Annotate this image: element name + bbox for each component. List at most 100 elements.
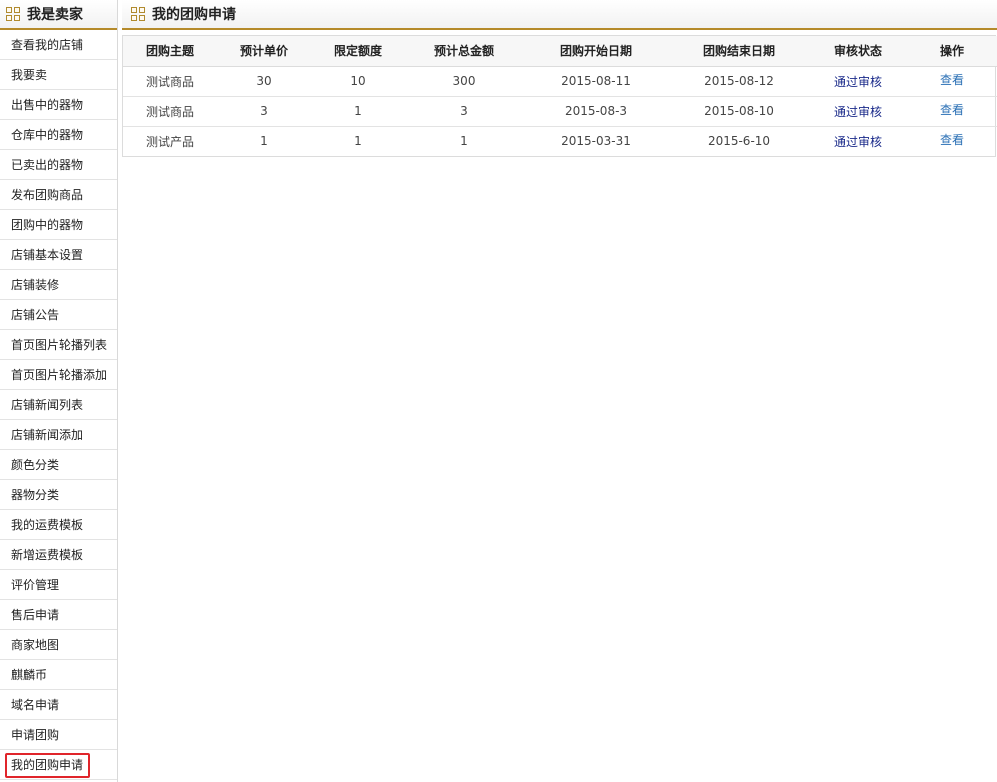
cell-value: 2015-08-10 — [704, 104, 774, 118]
cell-value: 测试商品 — [145, 104, 194, 119]
sidebar-item[interactable]: 我的团购申请 — [0, 750, 117, 780]
sidebar-item-label: 麒麟币 — [11, 668, 48, 682]
table-cell: 1 — [311, 96, 405, 127]
table-cell: 2015-03-31 — [523, 126, 669, 156]
sidebar-item[interactable]: 售后申请 — [0, 600, 117, 630]
cell-value: 30 — [256, 74, 272, 88]
column-header: 团购主题 — [123, 36, 217, 67]
table-cell: 300 — [405, 66, 523, 97]
sidebar-item-label: 颜色分类 — [11, 458, 60, 472]
sidebar-item-label: 店铺新闻添加 — [11, 428, 84, 442]
sidebar-item[interactable]: 首页图片轮播添加 — [0, 360, 117, 390]
sidebar-item[interactable]: 商家地图 — [0, 630, 117, 660]
sidebar-item-label: 申请团购 — [11, 728, 60, 742]
sidebar-item[interactable]: 域名申请 — [0, 690, 117, 720]
sidebar-item-label: 评价管理 — [11, 578, 60, 592]
sidebar-item[interactable]: 颜色分类 — [0, 450, 117, 480]
sidebar-item[interactable]: 团购中的器物 — [0, 210, 117, 240]
table-cell: 测试商品 — [123, 66, 217, 97]
main-header: 我的团购申请 — [122, 0, 997, 30]
table-cell: 1 — [217, 126, 311, 156]
table-cell: 2015-08-3 — [523, 96, 669, 127]
sidebar-header: 我是卖家 — [0, 0, 117, 30]
sidebar-item-label: 店铺公告 — [11, 308, 60, 322]
sidebar-item-label: 我的运费模板 — [11, 518, 84, 532]
sidebar-item-label: 仓库中的器物 — [11, 128, 84, 142]
table-cell: 2015-08-11 — [523, 66, 669, 97]
sidebar-item[interactable]: 店铺装修 — [0, 270, 117, 300]
sidebar-item-label: 器物分类 — [11, 488, 60, 502]
review-status-link[interactable]: 通过审核 — [834, 75, 882, 89]
column-header: 审核状态 — [809, 36, 907, 67]
sidebar-item-label: 首页图片轮播列表 — [11, 338, 108, 352]
table-cell: 3 — [217, 96, 311, 127]
table-cell: 测试产品 — [123, 126, 217, 156]
table-cell: 30 — [217, 66, 311, 97]
sidebar-item[interactable]: 出售中的器物 — [0, 90, 117, 120]
table-cell: 通过审核 — [809, 96, 907, 127]
cell-value: 测试产品 — [145, 134, 194, 149]
sidebar-item-label: 出售中的器物 — [11, 98, 84, 112]
review-status-link[interactable]: 通过审核 — [834, 105, 882, 119]
table-cell: 查看 — [907, 96, 997, 127]
table-header-row: 团购主题 预计单价 限定额度 预计总金额 团购开始日期 团购结束日期 审核状态 操作 — [123, 36, 997, 67]
cell-value: 1 — [354, 134, 362, 149]
column-header: 团购开始日期 — [523, 36, 669, 67]
table-row: 测试商品 3 1 3 2015-08-3 2015-08-10 通过审核 查看 — [123, 96, 997, 127]
grid-icon — [6, 7, 20, 21]
cell-value: 10 — [350, 74, 366, 88]
sidebar-item-label: 售后申请 — [11, 608, 60, 622]
table-cell: 2015-6-10 — [669, 126, 809, 156]
table-cell: 1 — [405, 126, 523, 156]
view-link[interactable]: 查看 — [940, 133, 964, 147]
cell-value: 2015-08-11 — [561, 74, 631, 88]
column-header: 团购结束日期 — [669, 36, 809, 67]
sidebar-item[interactable]: 已卖出的器物 — [0, 150, 117, 180]
table-cell: 2015-08-12 — [669, 66, 809, 97]
sidebar-item-label: 首页图片轮播添加 — [11, 368, 108, 382]
sidebar-item[interactable]: 仓库中的器物 — [0, 120, 117, 150]
cell-value: 2015-08-12 — [704, 74, 774, 88]
sidebar-menu: 查看我的店铺 我要卖 出售中的器物 仓库中的器物 已卖出的器物 发布团购商品 团购中的器物店… — [0, 30, 117, 780]
sidebar-item[interactable]: 我的运费模板 — [0, 510, 117, 540]
cell-value: 1 — [460, 134, 468, 149]
cell-value: 1 — [354, 104, 362, 118]
view-link[interactable]: 查看 — [940, 73, 964, 87]
cell-value: 1 — [260, 134, 268, 149]
main-content: 我的团购申请 团购主题 预计单价 限定额度 预计总金额 团购开始日期 团购结束日期 审核状态… — [122, 0, 997, 782]
sidebar-item-label: 商家地图 — [11, 638, 60, 652]
view-link[interactable]: 查看 — [940, 103, 964, 117]
sidebar-item[interactable]: 我要卖 — [0, 60, 117, 90]
table-cell: 2015-08-10 — [669, 96, 809, 127]
sidebar-item-label: 新增运费模板 — [11, 548, 84, 562]
sidebar-item[interactable]: 器物分类 — [0, 480, 117, 510]
sidebar-item[interactable]: 发布团购商品 — [0, 180, 117, 210]
sidebar-item-label: 域名申请 — [11, 698, 60, 712]
table-cell: 测试商品 — [123, 96, 217, 127]
column-header: 限定额度 — [311, 36, 405, 67]
sidebar-item[interactable]: 店铺基本设置 — [0, 240, 117, 270]
sidebar-item-label: 我的团购申请 — [11, 758, 84, 772]
table-row: 测试商品 30 10 300 2015-08-11 2015-08-12 通过审核 查看 — [123, 66, 997, 97]
sidebar-item[interactable]: 店铺新闻列表 — [0, 390, 117, 420]
sidebar-item[interactable]: 麒麟币 — [0, 660, 117, 690]
sidebar-item[interactable]: 评价管理 — [0, 570, 117, 600]
review-status-link[interactable]: 通过审核 — [834, 135, 882, 149]
sidebar-item-label: 店铺新闻列表 — [11, 398, 84, 412]
sidebar-item-label: 店铺装修 — [11, 278, 60, 292]
sidebar-item[interactable]: 首页图片轮播列表 — [0, 330, 117, 360]
sidebar-item[interactable]: 新增运费模板 — [0, 540, 117, 570]
column-header: 预计总金额 — [405, 36, 523, 67]
table-row: 测试产品 1 1 1 2015-03-31 2015-6-10 通过审核 查看 — [123, 126, 997, 156]
sidebar-item-label: 已卖出的器物 — [11, 158, 84, 172]
table-cell: 通过审核 — [809, 126, 907, 156]
sidebar-item[interactable]: 申请团购 — [0, 720, 117, 750]
sidebar-item[interactable]: 店铺公告 — [0, 300, 117, 330]
page-title: 我的团购申请 — [152, 7, 236, 23]
cell-value: 2015-08-3 — [564, 104, 628, 118]
grid-icon — [131, 7, 145, 21]
sidebar-item[interactable]: 店铺新闻添加 — [0, 420, 117, 450]
sidebar-item[interactable]: 查看我的店铺 — [0, 30, 117, 60]
sidebar-item-label: 我要卖 — [11, 68, 48, 82]
sidebar-item-label: 查看我的店铺 — [11, 38, 84, 52]
